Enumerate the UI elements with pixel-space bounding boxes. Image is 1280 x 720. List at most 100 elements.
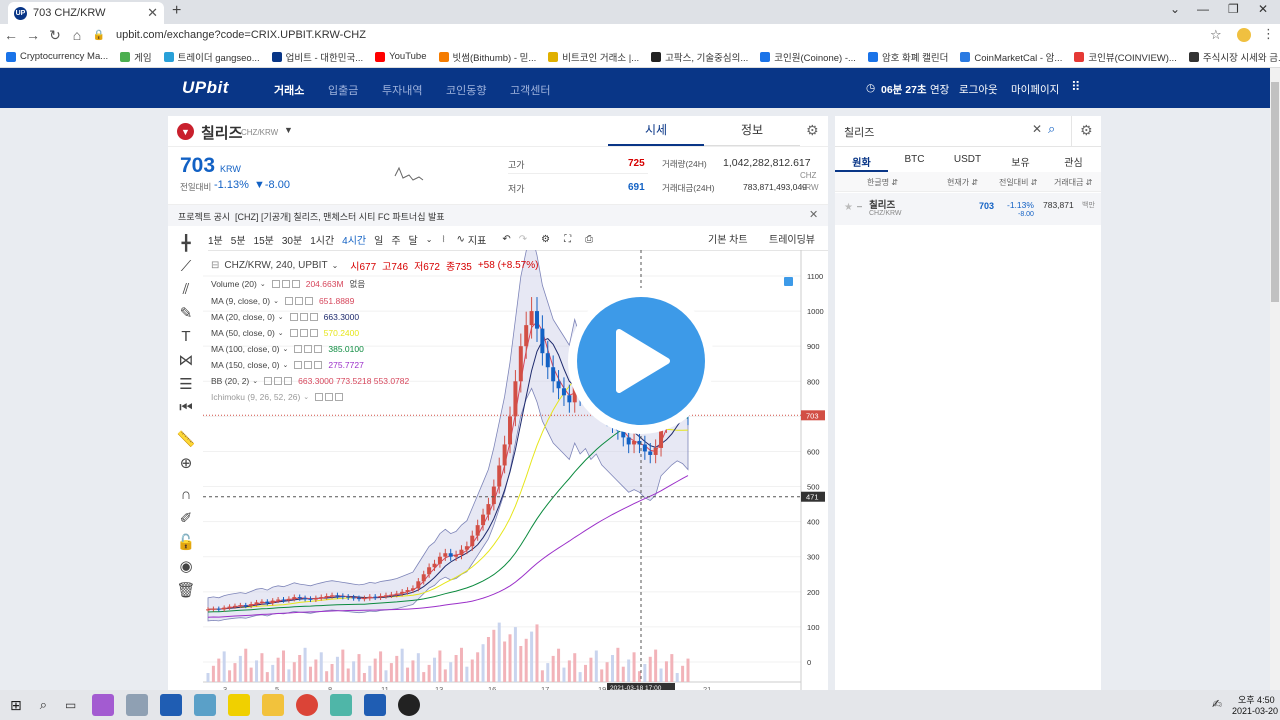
browser-tab[interactable]: UP 703 CHZ/KRW ✕ xyxy=(8,2,164,24)
interval-3[interactable]: 30분 xyxy=(282,232,302,247)
indicator-control-icon[interactable] xyxy=(309,329,318,337)
forecast-icon[interactable]: ☰ xyxy=(176,375,196,393)
back-icon[interactable]: ← xyxy=(0,27,22,43)
indicator-control-icon[interactable] xyxy=(299,313,308,321)
kakaotalk-icon[interactable] xyxy=(228,694,251,716)
collapse-icon[interactable]: ⊟ xyxy=(211,260,219,271)
legend-indicator[interactable]: Volume (20) ⌄ 204.663M 없음 xyxy=(211,278,538,290)
file-explorer-icon[interactable] xyxy=(262,694,285,716)
nav-support[interactable]: 고객센터 xyxy=(510,82,550,98)
bookmark-item[interactable]: 게임 xyxy=(120,50,152,64)
indicator-chevron-icon[interactable]: ⌄ xyxy=(303,393,309,401)
fullscreen-icon[interactable]: ⛶ xyxy=(564,234,571,245)
interval-dropdown-icon[interactable]: ⌄ xyxy=(426,235,433,244)
event-marker-icon[interactable] xyxy=(784,277,793,286)
logout-button[interactable]: 로그아웃 xyxy=(959,82,998,97)
app-icon[interactable] xyxy=(92,694,115,716)
tab-menu-icon[interactable]: ⌄ xyxy=(1170,2,1180,16)
home-icon[interactable]: ⌂ xyxy=(66,27,88,43)
chart-settings-icon[interactable]: ⚙ xyxy=(541,234,550,245)
indicator-control-icon[interactable] xyxy=(335,393,344,401)
legend-indicator[interactable]: MA (100, close, 0) ⌄ 385.0100 xyxy=(211,344,538,354)
close-notice-icon[interactable]: ✕ xyxy=(809,208,818,221)
market-tab-4[interactable]: 관심 xyxy=(1047,154,1100,172)
bookmark-item[interactable]: 비트코인 거래소 |... xyxy=(548,50,639,64)
market-tab-0[interactable]: 원화 xyxy=(835,154,888,172)
indicator-chevron-icon[interactable]: ⌄ xyxy=(252,377,258,385)
upbit-logo[interactable]: UPbit xyxy=(182,78,229,98)
mypage-button[interactable]: 마이페이지 xyxy=(1011,82,1059,97)
indicator-chevron-icon[interactable]: ⌄ xyxy=(278,329,284,337)
task-view-icon[interactable]: ▭ xyxy=(65,698,76,712)
menu-icon[interactable]: ⋮ xyxy=(1262,26,1275,42)
bookmark-item[interactable]: 업비트 - 대한민국... xyxy=(271,50,363,64)
ruler-icon[interactable]: 📏 xyxy=(176,430,196,448)
indicator-control-icon[interactable] xyxy=(299,329,308,337)
notice-bar[interactable]: 프로젝트 공시 [CHZ] [기공개] 칠리즈, 맨체스터 시티 FC 파트너십… xyxy=(168,204,828,226)
indicator-control-icon[interactable] xyxy=(304,345,313,353)
candle-type-icon[interactable]: ⧘ xyxy=(442,234,444,245)
legend-indicator[interactable]: MA (20, close, 0) ⌄ 663.3000 xyxy=(211,312,538,322)
fib-icon[interactable]: ⫽ xyxy=(176,281,196,298)
app-icon[interactable] xyxy=(160,694,183,716)
chrome-icon[interactable] xyxy=(296,694,319,716)
indicator-control-icon[interactable] xyxy=(315,393,324,401)
lock-icon[interactable]: 🔒 xyxy=(88,30,110,41)
indicator-chevron-icon[interactable]: ⌄ xyxy=(278,313,284,321)
search-icon[interactable]: ⌕ xyxy=(1048,121,1055,137)
bookmark-item[interactable]: 고팍스, 기술중심의... xyxy=(651,50,748,64)
bookmark-item[interactable]: 암호 화폐 캘린더 xyxy=(867,50,948,64)
lock-drawing-icon[interactable]: ✐ xyxy=(176,509,196,527)
indicator-button[interactable]: 지표 xyxy=(468,232,486,247)
indicator-control-icon[interactable] xyxy=(274,377,283,385)
indicator-control-icon[interactable] xyxy=(284,377,293,385)
reload-icon[interactable]: ↻ xyxy=(44,27,66,44)
notice-text[interactable]: [CHZ] [기공개] 칠리즈, 맨체스터 시티 FC 파트너십 발표 xyxy=(235,210,445,223)
favorite-star-icon[interactable]: ★ xyxy=(844,202,853,213)
basic-chart-button[interactable]: 기본 차트 xyxy=(708,231,748,246)
eye-icon[interactable]: ◉ xyxy=(176,557,196,575)
indicator-control-icon[interactable] xyxy=(325,393,334,401)
interval-4[interactable]: 1시간 xyxy=(310,232,334,247)
app-icon[interactable] xyxy=(126,694,149,716)
market-tab-3[interactable]: 보유 xyxy=(994,154,1047,172)
col-name[interactable]: 한글명 ⇵ xyxy=(867,177,898,188)
brush-icon[interactable]: ✎ xyxy=(176,304,196,322)
maximize-icon[interactable]: ❐ xyxy=(1228,2,1239,16)
apps-grid-icon[interactable]: ⠿ xyxy=(1071,79,1081,95)
market-tab-1[interactable]: BTC xyxy=(888,154,941,172)
taskbar-date[interactable]: 2021-03-20 xyxy=(1232,706,1278,716)
indicator-control-icon[interactable] xyxy=(294,345,303,353)
interval-1[interactable]: 5분 xyxy=(231,232,246,247)
indicator-chevron-icon[interactable]: ⌄ xyxy=(260,280,266,288)
minimize-icon[interactable]: — xyxy=(1197,2,1209,16)
nav-trends[interactable]: 코인동향 xyxy=(446,82,486,98)
magnet-icon[interactable]: ∩ xyxy=(176,486,196,503)
interval-7[interactable]: 주 xyxy=(391,232,400,247)
nav-investments[interactable]: 투자내역 xyxy=(382,82,422,98)
bookmark-item[interactable]: YouTube xyxy=(375,51,427,62)
pattern-icon[interactable]: ⋈ xyxy=(176,351,196,369)
bookmark-item[interactable]: 코인뷰(COINVIEW)... xyxy=(1074,50,1177,64)
nav-deposit[interactable]: 입출금 xyxy=(328,82,358,98)
settings-gear-icon[interactable]: ⚙ xyxy=(806,122,819,139)
windows-start-icon[interactable]: ⊞ xyxy=(10,697,22,714)
app-icon[interactable] xyxy=(364,694,387,716)
legend-indicator[interactable]: BB (20, 2) ⌄ 663.3000 773.5218 553.0782 xyxy=(211,376,538,386)
tradingview-button[interactable]: 트레이딩뷰 xyxy=(769,231,815,246)
indicator-control-icon[interactable] xyxy=(294,361,303,369)
nav-exchange[interactable]: 거래소 xyxy=(274,82,304,98)
zoom-in-icon[interactable]: ⊕ xyxy=(176,454,196,472)
bookmark-item[interactable]: 트레이더 gangseo... xyxy=(163,50,260,64)
tab-market[interactable]: 시세 xyxy=(608,116,704,146)
trendline-icon[interactable]: ⟋ xyxy=(176,258,196,275)
col-price[interactable]: 현재가 ⇵ xyxy=(947,177,978,188)
pen-icon[interactable]: ✍ xyxy=(1212,697,1222,711)
legend-indicator[interactable]: MA (9, close, 0) ⌄ 651.8889 xyxy=(211,296,538,306)
indicator-chevron-icon[interactable]: ⌄ xyxy=(283,345,289,353)
indicator-control-icon[interactable] xyxy=(314,361,323,369)
interval-2[interactable]: 15분 xyxy=(254,232,274,247)
page-scrollbar[interactable] xyxy=(1270,68,1280,690)
crosshair-icon[interactable]: ╋ xyxy=(176,234,196,252)
indicator-control-icon[interactable] xyxy=(294,297,303,305)
